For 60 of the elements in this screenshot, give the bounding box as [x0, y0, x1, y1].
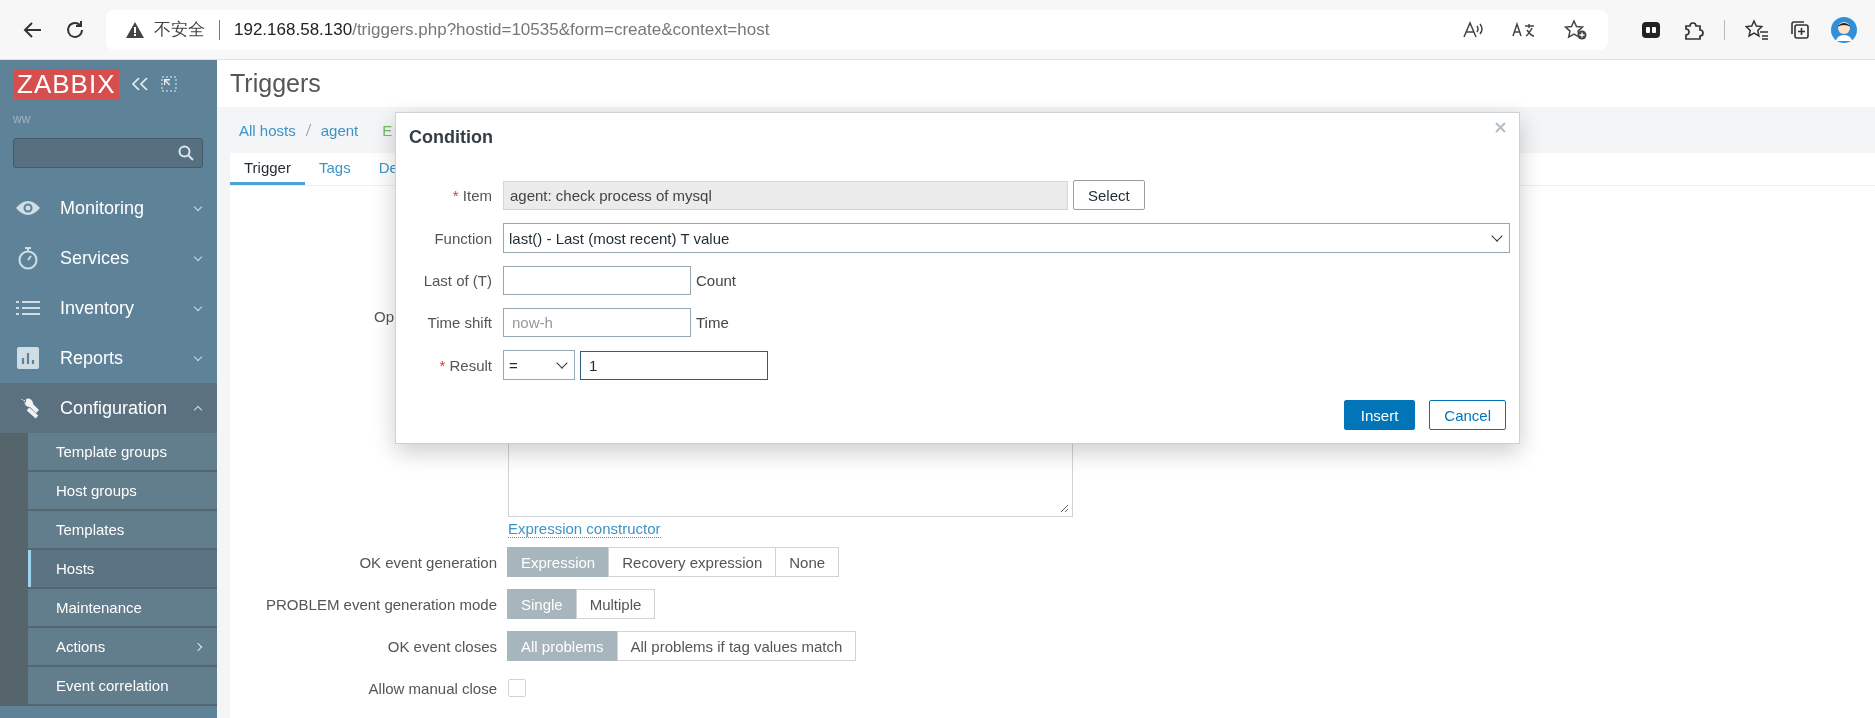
- favorite-add-icon[interactable]: [1564, 18, 1588, 41]
- collections-icon[interactable]: [1789, 18, 1811, 41]
- form-label: OK event closes: [386, 637, 497, 655]
- segment-option[interactable]: Multiple: [575, 589, 656, 619]
- collapse-icon[interactable]: [131, 77, 150, 91]
- checkbox[interactable]: [508, 679, 526, 697]
- page-title: Triggers: [230, 69, 321, 98]
- kiosk-mode-icon[interactable]: [161, 76, 178, 92]
- menu-item[interactable]: Reports: [0, 333, 217, 383]
- favorites-icon[interactable]: [1745, 18, 1769, 41]
- warning-icon: [126, 21, 144, 38]
- dialog-title: Condition: [409, 127, 493, 148]
- eye-icon: [14, 199, 42, 217]
- insert-button[interactable]: Insert: [1343, 400, 1416, 430]
- operator-select[interactable]: =: [503, 350, 575, 380]
- field-label: Time shift: [426, 314, 492, 331]
- cancel-button[interactable]: Cancel: [1429, 400, 1506, 430]
- time-shift-field[interactable]: now-h: [503, 308, 691, 337]
- menu-item[interactable]: Inventory: [0, 283, 217, 333]
- field-label: Function: [433, 229, 492, 247]
- field-label: * Item: [451, 186, 492, 204]
- address-bar[interactable]: 不安全 192.168.58.130/triggers.php?hostid=10535&form=create&context=host: [106, 9, 1608, 50]
- status-label: E: [382, 121, 393, 139]
- form-label: OK event generation: [358, 553, 497, 571]
- submenu-item[interactable]: Hosts: [28, 550, 217, 589]
- menu-item[interactable]: Services: [0, 233, 217, 283]
- function-select[interactable]: last() - Last (most recent) T value: [503, 223, 1510, 253]
- tab[interactable]: Tags: [304, 153, 365, 185]
- unit-label: Time: [696, 314, 729, 331]
- unit-label: Count: [696, 272, 737, 289]
- segment-option[interactable]: Recovery expression: [608, 547, 777, 577]
- url-text: 192.168.58.130/triggers.php?hostid=10535&form=create&context=host: [234, 19, 770, 40]
- tab[interactable]: Trigger: [230, 153, 305, 185]
- breadcrumb-link[interactable]: agent: [320, 121, 359, 139]
- list-icon: [14, 300, 42, 316]
- menu-item[interactable]: Monitoring: [0, 183, 217, 233]
- form-label: Allow manual close: [367, 679, 497, 697]
- search-icon: [178, 145, 194, 161]
- select-button[interactable]: Select: [1073, 180, 1145, 210]
- bar-chart-icon: [14, 347, 42, 369]
- read-aloud-icon[interactable]: [1462, 19, 1484, 40]
- menu-item[interactable]: Configuration: [0, 383, 217, 433]
- field-label: Last of (T): [422, 272, 492, 289]
- username: ww: [12, 111, 32, 128]
- item-field: agent: check process of mysql: [503, 180, 1068, 210]
- refresh-icon[interactable]: [64, 18, 86, 41]
- segment-option[interactable]: All problems if tag values match: [616, 631, 857, 661]
- breadcrumb-link[interactable]: All hosts: [239, 121, 296, 139]
- result-field[interactable]: 1: [580, 350, 768, 380]
- resize-grip-icon[interactable]: [1060, 504, 1069, 513]
- profile-avatar[interactable]: [1831, 16, 1857, 43]
- field-label: * Result: [438, 356, 492, 374]
- search-field[interactable]: [13, 138, 203, 168]
- form-label: PROBLEM event generation mode: [265, 595, 497, 613]
- form-label: Op: [374, 308, 394, 325]
- logo[interactable]: ZABBIX: [13, 69, 120, 99]
- last-of-field[interactable]: [503, 266, 691, 295]
- security-label: 不安全: [154, 19, 205, 41]
- segment-option[interactable]: None: [775, 547, 840, 577]
- expression-constructor-link[interactable]: Expression constructor: [508, 520, 661, 538]
